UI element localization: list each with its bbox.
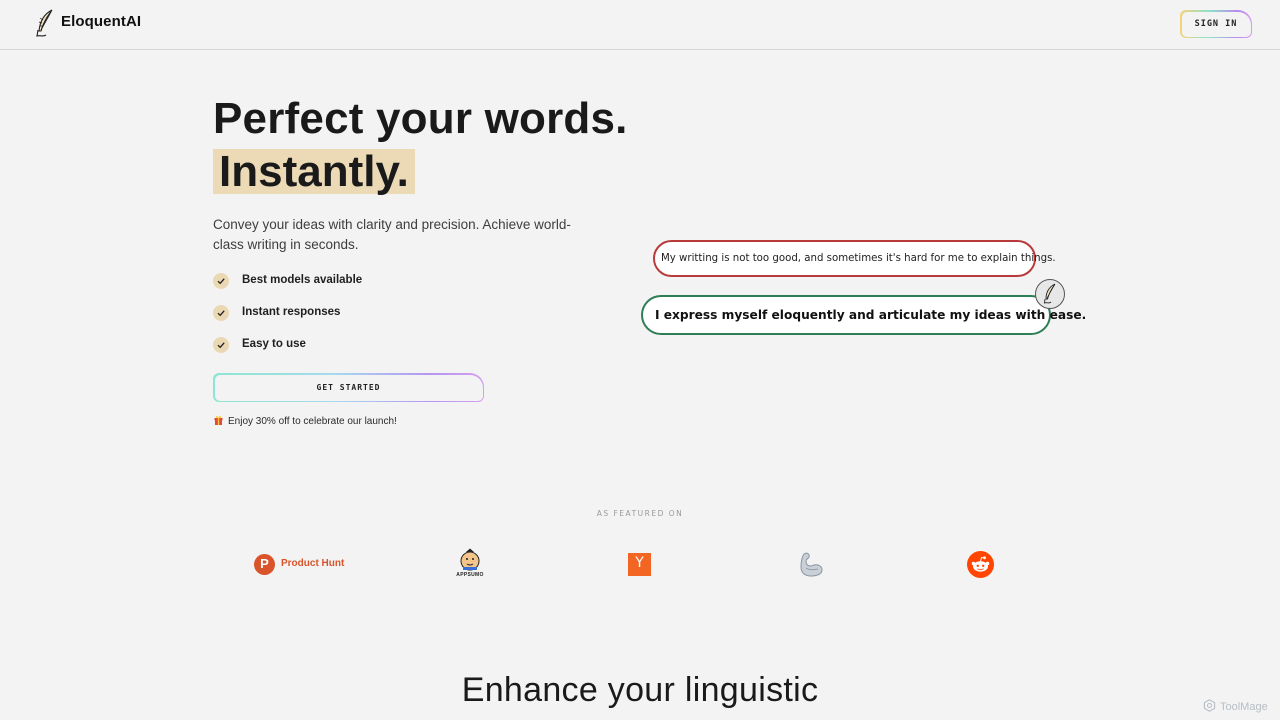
watermark-text: ToolMage xyxy=(1220,701,1268,713)
feature-label: Best models available xyxy=(242,274,363,286)
quill-icon xyxy=(1043,283,1056,304)
product-hunt-text: Product Hunt xyxy=(281,558,345,569)
appsumo-icon xyxy=(460,548,480,571)
feature-label: Easy to use xyxy=(242,338,306,350)
hero-subtitle: Convey your ideas with clarity and preci… xyxy=(213,217,571,252)
sign-in-button[interactable]: SIGN IN xyxy=(1180,10,1252,38)
watermark: ToolMage xyxy=(1203,699,1268,713)
featured-on-label: AS FEATURED ON xyxy=(596,509,684,518)
quill-icon[interactable] xyxy=(34,9,56,39)
check-icon xyxy=(213,273,229,289)
check-icon xyxy=(213,305,229,321)
brand-name[interactable]: EloquentAI xyxy=(61,13,141,30)
check-icon xyxy=(213,337,229,353)
feature-label: Instant responses xyxy=(242,306,341,318)
assistant-avatar xyxy=(1035,279,1065,309)
y-combinator-icon[interactable]: Y xyxy=(628,553,651,576)
flexed-arm-icon[interactable] xyxy=(797,551,825,578)
get-started-label: GET STARTED xyxy=(214,374,483,401)
product-hunt-icon: P xyxy=(254,554,275,575)
sign-in-label: SIGN IN xyxy=(1181,11,1251,37)
improved-text-bubble: I express myself eloquently and articula… xyxy=(641,295,1086,335)
hero-headline-highlight: Instantly. xyxy=(213,149,415,194)
appsumo-logo[interactable]: APPSUMO xyxy=(455,548,485,580)
site-header: EloquentAI SIGN IN xyxy=(0,0,1280,50)
original-text-bubble: My writting is not too good, and sometim… xyxy=(653,240,1056,277)
section-heading: Enhance your linguistic xyxy=(461,671,819,709)
original-text: My writting is not too good, and sometim… xyxy=(661,253,1056,264)
gift-icon xyxy=(214,416,223,425)
product-hunt-logo[interactable]: P Product Hunt xyxy=(254,554,354,575)
reddit-icon[interactable] xyxy=(967,551,994,578)
get-started-button[interactable]: GET STARTED xyxy=(213,373,484,402)
toolmage-logo-icon xyxy=(1203,699,1216,712)
promo-text: Enjoy 30% off to celebrate our launch! xyxy=(228,416,397,427)
hero-headline: Perfect your words. xyxy=(213,94,628,143)
promo-note: Enjoy 30% off to celebrate our launch! xyxy=(214,415,397,427)
appsumo-text: APPSUMO xyxy=(456,572,484,578)
improved-text: I express myself eloquently and articula… xyxy=(655,308,1087,322)
